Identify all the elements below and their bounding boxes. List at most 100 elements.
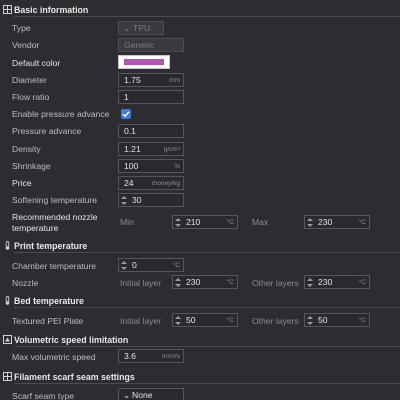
nozzle-max-value: 230	[318, 217, 333, 227]
thermometer-icon	[5, 241, 10, 250]
shrinkage-unit: %	[174, 163, 180, 170]
nozzle-other-layers-input[interactable]: 230 °C	[304, 275, 370, 289]
bed-other-layers-input[interactable]: 50 °C	[304, 313, 370, 327]
price-input[interactable]: 24 money/kg	[118, 176, 184, 190]
density-value: 1.21	[124, 144, 141, 154]
vendor-value: Generic	[124, 40, 155, 50]
section-divider	[14, 307, 400, 308]
shrinkage-label: Shrinkage	[12, 161, 51, 171]
density-input[interactable]: 1.21 g/cm³	[118, 142, 184, 156]
spin-arrows-icon[interactable]	[121, 260, 127, 271]
checkmark-icon	[122, 111, 130, 118]
section-divider	[14, 252, 400, 253]
nozzle-other-layers-unit: °C	[358, 279, 366, 286]
recommended-nozzle-label-line2: temperature	[12, 223, 59, 233]
bed-other-layers-value: 50	[318, 315, 328, 325]
type-label: Type	[12, 23, 31, 33]
diameter-unit: mm	[169, 77, 180, 84]
bed-initial-layer-input[interactable]: 50 °C	[172, 313, 238, 327]
textured-pei-plate-label: Textured PEI Plate	[12, 316, 84, 326]
nozzle-label: Nozzle	[12, 278, 39, 288]
bed-initial-layer-value: 50	[186, 315, 196, 325]
bed-initial-layer-unit: °C	[226, 317, 234, 324]
pressure-advance-label: Pressure advance	[12, 126, 82, 136]
max-volumetric-speed-unit: mm³/s	[161, 353, 180, 360]
softening-temperature-value: 30	[132, 195, 142, 205]
softening-temperature-label: Softening temperature	[12, 195, 98, 205]
min-label: Min	[120, 217, 134, 227]
section-title: Filament scarf seam settings	[14, 372, 135, 382]
diameter-input[interactable]: 1.75 mm	[118, 73, 184, 87]
density-label: Density	[12, 144, 41, 154]
enable-pressure-advance-label: Enable pressure advance	[12, 109, 110, 119]
spin-arrows-icon[interactable]	[175, 217, 181, 228]
softening-temperature-input[interactable]: 30	[118, 193, 184, 207]
spin-arrows-icon[interactable]	[307, 277, 313, 288]
nozzle-initial-layer-value: 230	[186, 277, 201, 287]
thermometer-icon	[5, 296, 10, 305]
section-title: Print temperature	[14, 241, 88, 251]
price-unit: money/kg	[151, 180, 180, 187]
nozzle-initial-layer-unit: °C	[226, 279, 234, 286]
nozzle-min-unit: °C	[226, 219, 234, 226]
section-print-temperature: Print temperature	[0, 239, 400, 253]
initial-layer-label: Initial layer	[120, 278, 162, 288]
section-scarf-seam: Filament scarf seam settings	[0, 370, 400, 384]
nozzle-min-value: 210	[186, 217, 201, 227]
chamber-temperature-unit: °C	[172, 262, 180, 269]
shrinkage-input[interactable]: 100 %	[118, 159, 184, 173]
nozzle-max-unit: °C	[358, 219, 366, 226]
nozzle-other-layers-value: 230	[318, 277, 333, 287]
spin-arrows-icon[interactable]	[307, 315, 313, 326]
max-volumetric-speed-value: 3.6	[124, 351, 136, 361]
default-color-label: Default color	[12, 58, 61, 68]
spin-arrows-icon[interactable]	[175, 315, 181, 326]
speed-icon	[3, 335, 12, 344]
chamber-temperature-input[interactable]: 0 °C	[118, 258, 184, 272]
section-basic-information: Basic information	[0, 3, 400, 17]
bed-other-layers-unit: °C	[358, 317, 366, 324]
pressure-advance-input[interactable]: 0.1	[118, 124, 184, 138]
nozzle-min-input[interactable]: 210 °C	[172, 215, 238, 229]
nozzle-initial-layer-input[interactable]: 230 °C	[172, 275, 238, 289]
enable-pressure-advance-checkbox[interactable]	[121, 109, 131, 119]
other-layers-label: Other layers	[252, 278, 299, 288]
scarf-seam-type-value: None	[132, 390, 153, 400]
section-volumetric-speed: Volumetric speed limitation	[0, 333, 400, 347]
pressure-advance-value: 0.1	[124, 126, 136, 136]
max-volumetric-speed-label: Max volumetric speed	[12, 352, 96, 362]
density-unit: g/cm³	[163, 146, 180, 153]
shrinkage-value: 100	[124, 161, 139, 171]
spin-arrows-icon[interactable]	[121, 195, 127, 206]
chamber-temperature-value: 0	[132, 260, 137, 270]
spin-arrows-icon[interactable]	[307, 217, 313, 228]
initial-layer-label: Initial layer	[120, 316, 162, 326]
diameter-value: 1.75	[124, 75, 141, 85]
default-color-button[interactable]	[118, 55, 170, 69]
max-label: Max	[252, 217, 269, 227]
max-volumetric-speed-input[interactable]: 3.6 mm³/s	[118, 349, 184, 363]
scarf-seam-type-label: Scarf seam type	[12, 391, 75, 400]
chevron-down-icon: ⌄	[123, 23, 131, 33]
nozzle-max-input[interactable]: 230 °C	[304, 215, 370, 229]
grid-icon	[3, 372, 12, 381]
scarf-seam-type-select[interactable]: ⌄ None	[118, 388, 184, 400]
flow-ratio-value: 1	[124, 92, 129, 102]
spin-arrows-icon[interactable]	[175, 277, 181, 288]
diameter-label: Diameter	[12, 75, 47, 85]
chamber-temperature-label: Chamber temperature	[12, 261, 97, 271]
type-select[interactable]: ⌄ TPU	[118, 21, 164, 35]
flow-ratio-label: Flow ratio	[12, 92, 50, 102]
price-label: Price	[12, 178, 32, 188]
price-value: 24	[124, 178, 134, 188]
section-divider	[14, 346, 400, 347]
vendor-label: Vendor	[12, 40, 40, 50]
section-title: Bed temperature	[14, 296, 84, 306]
section-divider	[14, 383, 400, 384]
grid-icon	[3, 5, 12, 14]
color-swatch	[124, 59, 164, 65]
vendor-field[interactable]: Generic	[118, 38, 184, 52]
flow-ratio-input[interactable]: 1	[118, 90, 184, 104]
section-divider	[14, 16, 400, 17]
chevron-down-icon: ⌄	[123, 390, 131, 400]
